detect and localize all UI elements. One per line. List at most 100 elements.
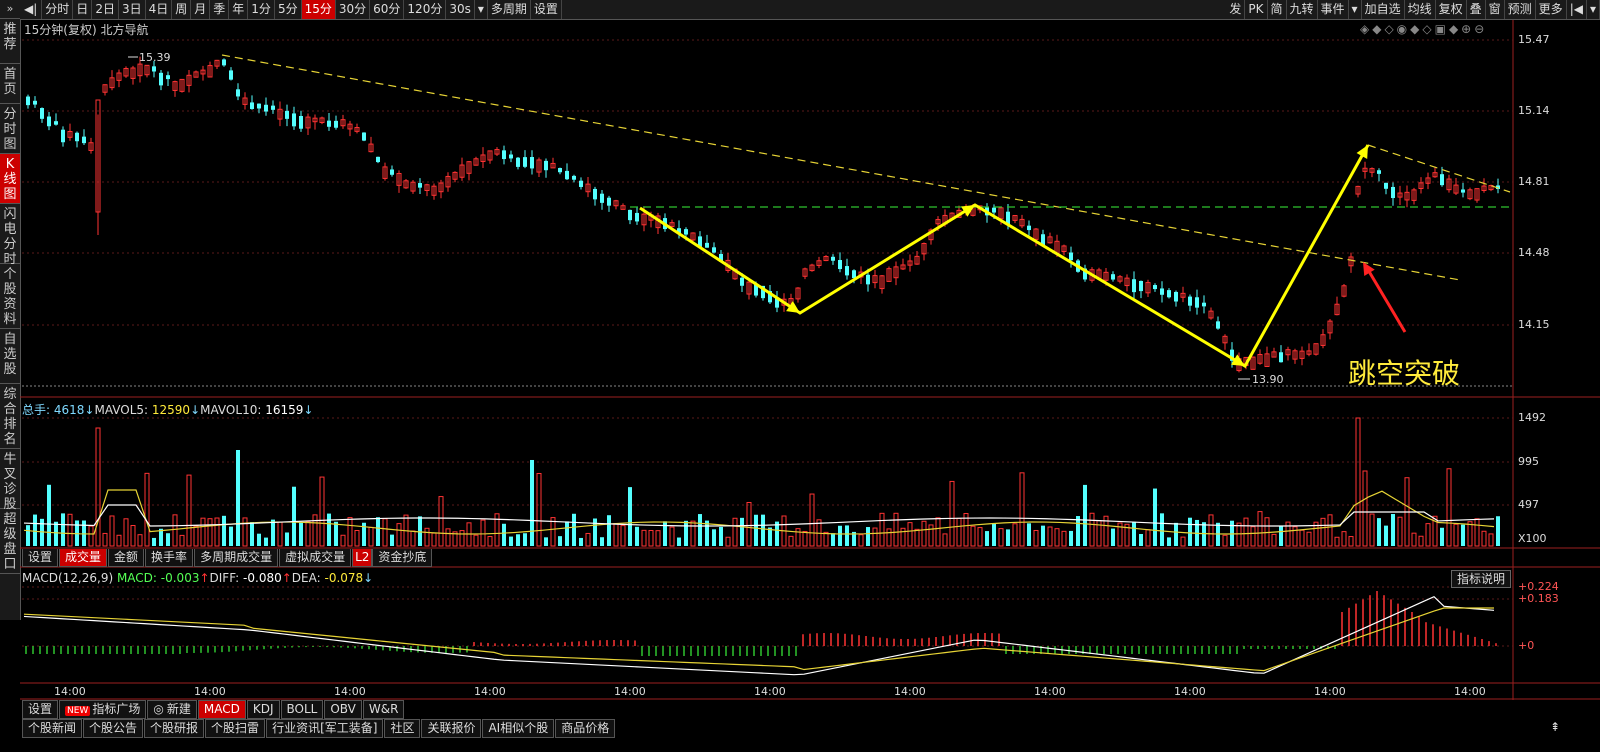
indicator-tab-5[interactable]: BOLL xyxy=(280,700,324,719)
volume-bar-down xyxy=(1153,488,1157,546)
price-axis-label: 14.48 xyxy=(1518,246,1550,259)
volume-bar-up xyxy=(102,532,108,547)
volume-bar-up xyxy=(648,529,654,547)
candle-body-down xyxy=(635,212,639,222)
candle-body-down xyxy=(1153,285,1157,290)
volume-tab-6[interactable]: L2 xyxy=(352,549,373,567)
volume-bar-down xyxy=(334,521,338,546)
time-axis-label: 14:00 xyxy=(54,685,86,698)
vol-label3: MAVOL10: xyxy=(200,403,266,417)
indicator-tab-2[interactable]: ◎ 新建 xyxy=(147,700,197,719)
volume-bar-up xyxy=(116,534,122,547)
volume-tab-0[interactable]: 设置 xyxy=(22,549,59,567)
candle-body-down xyxy=(593,188,597,200)
volume-bar-up xyxy=(368,526,374,547)
volume-bar-up xyxy=(1348,536,1354,547)
volume-tab-3[interactable]: 换手率 xyxy=(145,549,194,567)
macd-label3: DEA: xyxy=(291,571,325,585)
volume-bar-up xyxy=(1243,517,1249,547)
volume-bar-up xyxy=(1264,517,1270,547)
info-tab-1[interactable]: 个股公告 xyxy=(83,719,144,738)
volume-bar-up xyxy=(396,523,402,547)
volume-tab-7[interactable]: 资金抄底 xyxy=(372,549,433,567)
volume-tab-5[interactable]: 虚拟成交量 xyxy=(279,549,352,567)
info-tab-7[interactable]: AI相似个股 xyxy=(482,719,555,738)
candle-body-down xyxy=(229,70,233,80)
volume-bar-up xyxy=(354,529,360,547)
volume-bar-down xyxy=(754,514,758,546)
volume-bar-up xyxy=(641,529,647,547)
volume-bar-up xyxy=(732,517,738,547)
indicator-tab-4[interactable]: KDJ xyxy=(246,700,280,719)
candle-body-down xyxy=(831,256,835,261)
candle-body-down xyxy=(1167,290,1171,298)
macd-header: MACD(12,26,9) MACD: -0.003↑DIFF: -0.080↑… xyxy=(22,571,374,585)
indicator-tab-6[interactable]: OBV xyxy=(324,700,362,719)
volume-tab-1[interactable]: 成交量 xyxy=(59,549,108,567)
volume-bar-down xyxy=(866,527,870,546)
volume-bar-down xyxy=(502,523,506,546)
volume-bar-up xyxy=(480,519,486,547)
volume-bar-down xyxy=(523,533,527,546)
indicator-tab-0[interactable]: 设置 xyxy=(22,700,59,719)
volume-bar-up xyxy=(1369,513,1375,547)
volume-bar-up xyxy=(928,524,934,547)
volume-bar-up xyxy=(1033,529,1039,547)
candle-body-down xyxy=(61,129,65,143)
volume-bar-down xyxy=(47,484,51,546)
volume-bar-up xyxy=(872,527,878,547)
candle-body-down xyxy=(47,116,51,127)
new-icon: ◎ xyxy=(153,702,164,716)
candle-body-down xyxy=(334,120,338,128)
info-tab-8[interactable]: 商品价格 xyxy=(555,719,616,738)
volume-bar-up xyxy=(1355,417,1361,547)
volume-bar-up xyxy=(186,474,192,547)
info-tabs: 个股新闻 个股公告 个股研报 个股扫雷 行业资讯[军工装备] 社区 关联报价 AI相似个股 商品… xyxy=(22,719,616,738)
volume-bar-up xyxy=(1208,514,1214,547)
info-tab-4[interactable]: 行业资讯[军工装备] xyxy=(266,719,384,738)
indicator-help-button[interactable]: 指标说明 xyxy=(1451,570,1511,588)
macd-diff-line xyxy=(23,595,1495,676)
volume-bar-down xyxy=(712,529,716,546)
volume-bar-up xyxy=(1327,514,1333,547)
volume-bar-up xyxy=(1481,530,1487,547)
time-axis-label: 14:00 xyxy=(1174,685,1206,698)
info-tab-6[interactable]: 关联报价 xyxy=(421,719,482,738)
collapse-icon[interactable]: ⇞ xyxy=(1535,720,1575,736)
volume-bar-up xyxy=(809,493,815,547)
volume-bar-up xyxy=(998,528,1004,547)
volume-bar-up xyxy=(1054,528,1060,547)
volume-bar-up xyxy=(669,526,675,547)
volume-bar-up xyxy=(1019,472,1025,547)
volume-bar-up xyxy=(1446,468,1452,547)
volume-bar-up xyxy=(207,518,213,547)
vol-value3: 16159 xyxy=(265,403,304,417)
info-tab-5[interactable]: 社区 xyxy=(384,719,421,738)
volume-tab-4[interactable]: 多周期成交量 xyxy=(194,549,279,567)
time-axis-label: 14:00 xyxy=(1314,685,1346,698)
indicator-tab-1[interactable]: NEW 指标广场 xyxy=(59,700,147,719)
volume-bar-up xyxy=(1334,536,1340,547)
volume-bar-up xyxy=(788,535,794,547)
candle-body-down xyxy=(845,266,849,276)
info-tab-0[interactable]: 个股新闻 xyxy=(22,719,83,738)
indicator-tab-3[interactable]: MACD xyxy=(197,700,246,719)
vol-value2: 12590 xyxy=(151,403,191,417)
volume-bar-up xyxy=(823,531,829,547)
macd-label2: DIFF: xyxy=(209,571,244,585)
candle-body-down xyxy=(866,274,870,285)
macd-label1: MACD: xyxy=(116,571,161,585)
volume-bar-up xyxy=(1362,470,1368,547)
volume-bar-up xyxy=(655,530,661,547)
volume-bar-up xyxy=(914,528,920,547)
candle-body-down xyxy=(166,75,170,80)
volume-tab-2[interactable]: 金额 xyxy=(108,549,145,567)
volume-bar-up xyxy=(1012,523,1018,547)
info-tab-3[interactable]: 个股扫雷 xyxy=(205,719,266,738)
indicator-tab-7[interactable]: W&R xyxy=(362,700,405,719)
volume-bar-down xyxy=(1111,528,1115,546)
info-tab-2[interactable]: 个股研报 xyxy=(144,719,205,738)
volume-bar-down xyxy=(1279,525,1283,546)
candle-body-down xyxy=(292,113,296,127)
volume-bar-up xyxy=(305,521,311,547)
